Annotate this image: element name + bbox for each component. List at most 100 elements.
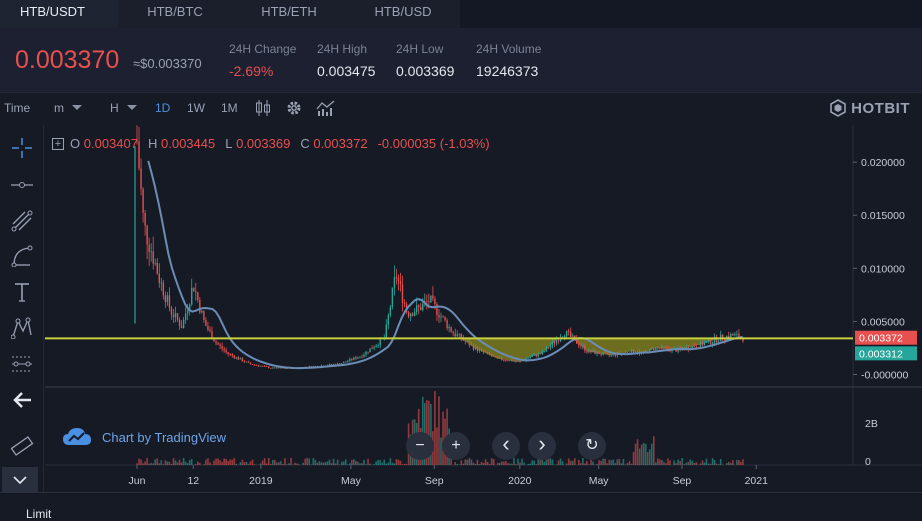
volume-bar [181,462,183,465]
candle-body [465,340,466,341]
minute-dropdown[interactable]: m [54,101,82,115]
candle-body [450,327,451,332]
volume-bar [138,459,140,465]
low-value: 0.003369 [236,136,290,151]
scroll-right-button[interactable]: › [528,432,556,460]
candle-body [596,352,597,354]
candle-body [544,352,545,353]
candle-body [371,348,372,349]
reset-chart-button[interactable]: ↻ [578,432,606,460]
volume-bar [369,464,371,465]
candle-body [653,348,654,350]
volume-bar [233,458,235,465]
stat-label: 24H Change [229,42,296,56]
interval-1m[interactable]: 1M [221,101,238,115]
volume-bar [456,464,458,465]
candle-body [270,368,271,369]
candle-body [181,326,182,328]
zoom-out-button[interactable]: − [406,432,434,460]
chevron-down-icon [127,105,137,110]
volume-bar [568,458,570,465]
tab-htb-usdt[interactable]: HTB/USDT [0,0,118,28]
fib-tool-icon[interactable] [8,208,36,234]
pattern-tool-icon[interactable] [8,315,36,341]
volume-bar [544,462,546,465]
x-tick-label: Sep [425,475,444,487]
stat-24h-low: 24H Low 0.003369 [396,42,454,79]
volume-bar [657,458,659,465]
price-chart[interactable]: 0.0200000.0150000.0100000.005000-0.00000… [45,125,922,514]
volume-bar [185,462,187,465]
interval-1w[interactable]: 1W [187,101,205,115]
volume-bar [477,460,479,465]
candle-body [732,334,733,335]
volume-bar [714,460,716,465]
volume-bar [604,459,606,465]
back-arrow-icon[interactable] [8,387,36,413]
tab-htb-btc[interactable]: HTB/BTC [118,0,232,28]
candle-body [404,303,405,304]
y-tick-label: 0.010000 [861,263,905,275]
last-price-usd: ≈$0.003370 [133,56,202,71]
chart-area[interactable]: 0.0200000.0150000.0100000.005000-0.00000… [45,125,922,514]
volume-bar [246,462,248,465]
volume-bar [158,463,160,465]
candle-body [665,347,666,348]
volume-bar [434,391,436,465]
volume-bar [231,460,233,465]
gear-icon[interactable] [285,99,303,120]
indicators-icon[interactable] [316,99,336,120]
volume-bar [588,464,590,465]
scroll-left-button[interactable]: ‹ [492,432,520,460]
volume-bar [195,464,197,465]
volume-bar [365,464,367,465]
candle-body [183,320,184,328]
limit-tab[interactable]: Limit [26,507,51,521]
candle-body [586,351,587,352]
volume-bar [702,460,704,465]
volume-bar [535,464,537,465]
plus-box-icon[interactable]: + [52,138,64,150]
volume-bar [173,458,175,465]
crosshair-icon[interactable] [8,135,36,161]
candle-body [272,368,273,369]
volume-bar [375,461,377,465]
candle-body [580,346,581,347]
tab-htb-usd[interactable]: HTB/USD [346,0,460,28]
zoom-in-button[interactable]: + [442,432,470,460]
interval-1d[interactable]: 1D [155,101,170,115]
pair-tabs: HTB/USDT HTB/BTC HTB/ETH HTB/USD [0,0,922,28]
volume-bar [687,462,689,465]
hour-dropdown[interactable]: H [110,101,137,115]
text-tool-icon[interactable] [8,279,36,305]
candle-body [357,357,358,358]
candle-body [280,368,281,369]
volume-bar [315,460,317,465]
time-button[interactable]: Time [4,101,30,115]
volume-bar [400,461,402,465]
volume-bar [610,460,612,465]
volume-bar [363,460,365,465]
tab-htb-eth[interactable]: HTB/ETH [232,0,346,28]
volume-bar [720,459,722,465]
volume-bar [454,462,456,465]
candle-body [477,347,478,351]
candle-body [592,351,593,353]
horizontal-line-icon[interactable] [8,172,36,198]
volume-bar [726,463,728,465]
candle-body [355,357,356,358]
candle-body [452,332,453,333]
candle-body [264,366,265,367]
ruler-icon[interactable] [8,433,36,459]
candle-body [179,320,180,326]
more-tools-chevron-icon[interactable] [2,467,38,493]
candles-icon[interactable] [255,99,271,120]
tradingview-badge[interactable]: Chart by TradingView [62,426,226,448]
candle-body [503,360,504,361]
candle-body [625,352,626,353]
volume-bar [661,460,663,465]
arc-tool-icon[interactable] [8,243,36,269]
prediction-tool-icon[interactable] [8,351,36,377]
stat-24h-change: 24H Change -2.69% [229,42,296,79]
candle-body [459,334,460,335]
